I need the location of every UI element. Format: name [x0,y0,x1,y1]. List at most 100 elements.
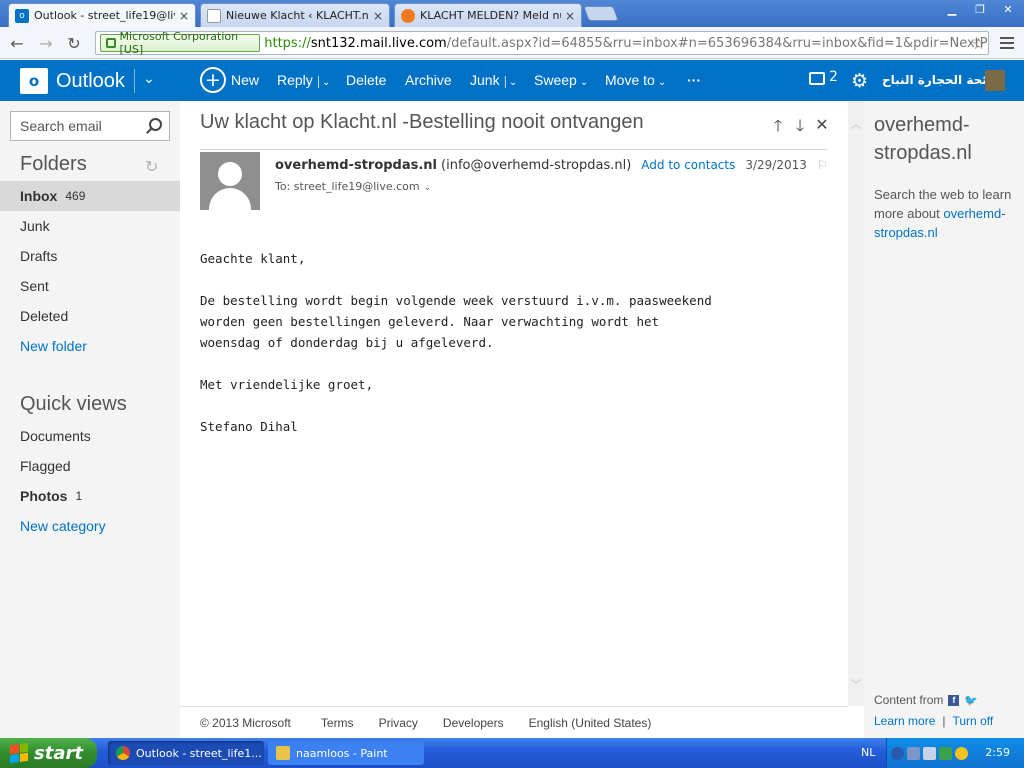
browser-tab-klacht-melden[interactable]: KLACHT MELDEN? Meld nu u × [394,3,582,27]
previous-message-icon[interactable]: 🡑 [770,115,786,142]
forward-icon[interactable]: → [34,31,58,55]
more-actions-button[interactable]: ··· [687,72,701,88]
volume-icon[interactable] [923,746,936,760]
messaging-icon[interactable] [809,72,825,85]
sidebar-item-photos[interactable]: Photos 1 [0,481,180,511]
ev-certificate-badge[interactable]: Microsoft Corporation [US] [100,30,261,56]
move-to-button[interactable]: Move to ⌄ [605,72,666,88]
archive-button[interactable]: Archive [405,72,452,88]
sidebar-item-documents[interactable]: Documents [0,421,180,451]
scroll-down-icon[interactable]: ﹀ [850,676,862,693]
sidebar-item-deleted[interactable]: Deleted [0,301,180,331]
new-folder-link[interactable]: New folder [0,331,180,361]
sidebar-item-drafts[interactable]: Drafts [0,241,180,271]
restore-icon[interactable]: ❐ [968,1,992,17]
taskbar-item-label: naamloos - Paint [296,746,388,760]
new-button[interactable]: New [231,72,259,88]
turn-off-link[interactable]: Turn off [953,714,994,728]
folders-heading: Folders [20,153,87,175]
sidebar-item-junk[interactable]: Junk [0,211,180,241]
app-switcher-chevron-icon[interactable]: ⌄ [143,71,155,87]
close-tab-icon[interactable]: × [565,9,575,23]
taskbar: start Outlook - street_life1... naamloos… [0,738,1024,768]
info-pane: overhemd-stropdas.nl Search the web to l… [864,101,1024,738]
menu-icon[interactable] [996,31,1018,55]
address-bar[interactable]: Microsoft Corporation [US] https://snt13… [95,30,989,56]
language-indicator[interactable]: NL [861,746,875,759]
message-date: 3/29/2013 [745,158,807,172]
new-tab-button[interactable] [583,6,619,21]
network-icon[interactable] [907,746,920,760]
start-button[interactable]: start [0,738,97,768]
quick-view-label: Photos [20,488,68,504]
page-footer: © 2013 Microsoft Terms Privacy Developer… [180,706,848,738]
quick-view-label: Documents [20,428,91,444]
scroll-up-icon[interactable]: ︿ [850,115,862,132]
taskbar-item-label: Outlook - street_life1... [136,746,262,760]
app-name: Outlook [56,69,125,92]
next-message-icon[interactable]: 🡓 [792,115,808,142]
chevron-down-icon[interactable]: ⌄ [424,183,432,193]
tab-title: Nieuwe Klacht ‹ KLACHT.nl — [226,9,369,22]
browser-tab-outlook[interactable]: o Outlook - street_life19@live. × [8,3,196,27]
junk-button[interactable]: Junk │⌄ [470,72,517,88]
refresh-icon[interactable]: ↻ [145,157,158,176]
language-link[interactable]: English (United States) [529,716,652,730]
avatar[interactable] [985,70,1005,91]
add-to-contacts-link[interactable]: Add to contacts [641,158,735,172]
browser-tab-klacht-nieuw[interactable]: Nieuwe Klacht ‹ KLACHT.nl — × [200,3,390,27]
subject-divider [200,149,827,150]
close-window-icon[interactable]: ✕ [996,1,1020,17]
sender-email: (info@overhemd-stropdas.nl) [441,158,632,173]
shield-icon[interactable] [955,746,968,760]
arrow-icon[interactable] [891,746,904,760]
security-icon[interactable] [939,746,952,760]
delete-button[interactable]: Delete [346,72,386,88]
bookmark-star-icon[interactable]: ☆ [972,34,986,53]
search-icon[interactable] [149,118,162,131]
outlook-logo-icon: o [20,68,48,94]
close-tab-icon[interactable]: × [179,9,189,23]
reload-icon[interactable]: ↻ [62,31,86,55]
back-icon[interactable]: ← [5,31,29,55]
close-tab-icon[interactable]: × [373,9,383,23]
reply-button[interactable]: Reply │⌄ [277,72,330,88]
sidebar-item-flagged[interactable]: Flagged [0,451,180,481]
flag-icon[interactable]: ⚐ [817,158,828,172]
sidebar-item-inbox[interactable]: Inbox 469 [0,181,180,211]
tab-title: KLACHT MELDEN? Meld nu u [420,9,561,22]
sidebar-item-sent[interactable]: Sent [0,271,180,301]
move-to-label: Move to [605,72,655,88]
sweep-button[interactable]: Sweep ⌄ [534,72,588,88]
taskbar-item-outlook[interactable]: Outlook - street_life1... [108,741,264,765]
outlook-header: o Outlook ⌄ + New Reply │⌄ Delete Archive… [0,60,1024,101]
minimize-icon[interactable]: ▁ [940,1,964,17]
terms-link[interactable]: Terms [321,716,354,730]
taskbar-item-paint[interactable]: naamloos - Paint [268,741,424,765]
user-name[interactable]: رائحة الحجارة النباح [882,73,998,87]
page-icon [207,8,221,23]
chevron-down-icon: │⌄ [502,77,518,88]
close-message-icon[interactable]: ✕ [814,115,830,142]
developers-link[interactable]: Developers [443,716,504,730]
folder-label: Deleted [20,308,69,324]
gear-icon[interactable]: ⚙ [851,70,868,92]
new-plus-icon[interactable]: + [200,67,226,93]
privacy-link[interactable]: Privacy [379,716,418,730]
reading-pane-scrollbar[interactable]: ︿ ﹀ [848,101,864,706]
twitter-icon: 🐦 [964,694,979,707]
footer-spacer [848,706,864,738]
info-pane-description: Search the web to learn more about overh… [874,185,1024,242]
ev-label: Microsoft Corporation [US] [119,30,239,56]
new-category-link[interactable]: New category [0,511,180,541]
sender-name[interactable]: overhemd-stropdas.nl [275,158,437,173]
message-subject: Uw klacht op Klacht.nl -Bestelling nooit… [200,111,644,133]
photos-count: 1 [75,489,83,503]
browser-toolbar: ← → ↻ Microsoft Corporation [US] https:/… [0,27,1024,59]
search-input[interactable]: Search email [10,111,170,141]
content-from: Content from f 🐦 [874,693,978,707]
chevron-down-icon: ⌄ [579,77,589,88]
learn-more-link[interactable]: Learn more [874,714,935,728]
outlook-logo[interactable]: o Outlook [20,68,125,94]
outlook-favicon-icon: o [15,8,29,23]
